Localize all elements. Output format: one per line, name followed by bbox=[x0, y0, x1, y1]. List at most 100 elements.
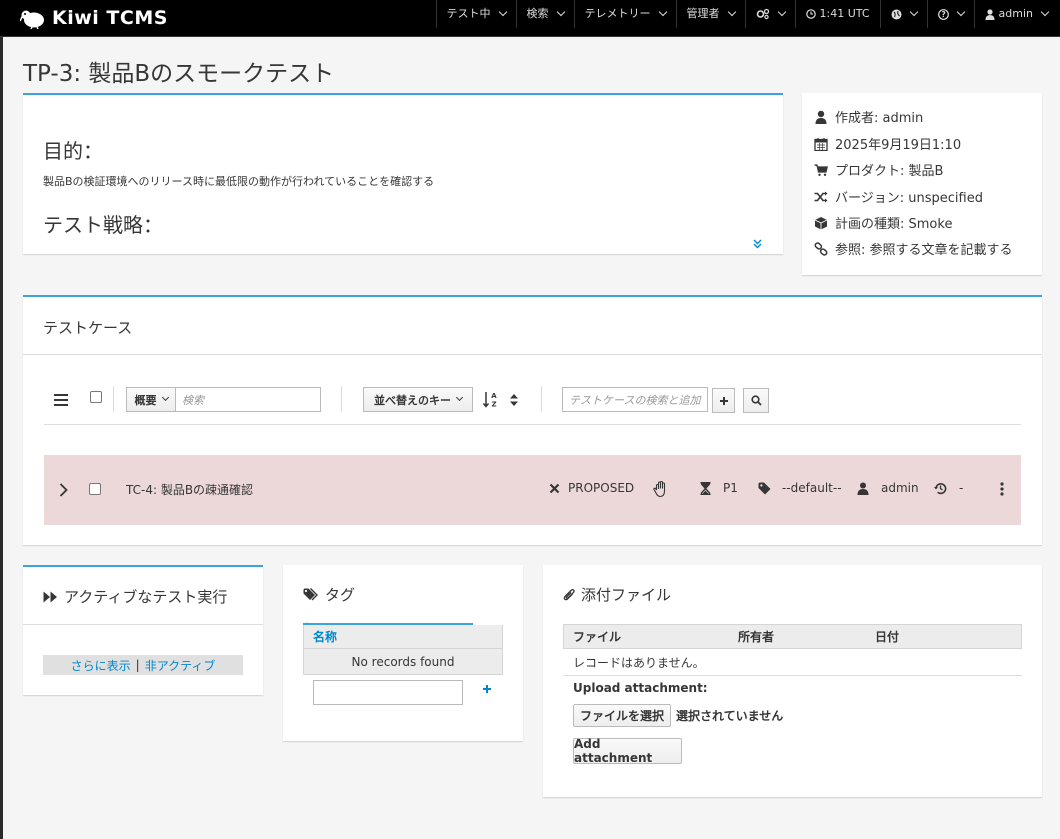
tag-icon bbox=[758, 482, 771, 494]
link-icon bbox=[814, 241, 828, 256]
tags-title-text: タグ bbox=[325, 586, 356, 604]
tags-empty-text: No records found bbox=[351, 654, 455, 669]
tags-icon bbox=[303, 587, 318, 600]
testcase-status-text: PROPOSED bbox=[568, 481, 635, 495]
strategy-heading: テスト戦略： bbox=[43, 213, 163, 237]
show-more-link[interactable]: さらに表示 bbox=[71, 657, 131, 674]
meta-product: プロダクト: 製品B bbox=[814, 160, 943, 179]
bulk-menu-icon[interactable] bbox=[54, 394, 68, 406]
link-separator: | bbox=[135, 658, 140, 672]
chevron-down-icon bbox=[956, 7, 965, 17]
user-icon bbox=[985, 8, 995, 20]
hand-paper-icon[interactable] bbox=[652, 480, 670, 498]
calendar-icon bbox=[814, 137, 828, 151]
testcases-card: テストケース 概要 検索 並べ替えのキー AZ テストケースの検索と追加 TC-… bbox=[23, 295, 1042, 545]
nav-settings-menu[interactable] bbox=[744, 0, 795, 28]
nav-clock-label: 1:41 UTC bbox=[819, 7, 870, 20]
add-attachment-label: Add attachment bbox=[574, 737, 653, 765]
nav-testing-label: テスト中 bbox=[446, 7, 491, 20]
purpose-heading: 目的： bbox=[43, 139, 103, 163]
tags-title: タグ bbox=[303, 584, 355, 605]
upload-label: Upload attachment: bbox=[573, 681, 708, 695]
meta-author-text: 作成者: admin bbox=[835, 111, 924, 126]
filter-field-select[interactable]: 概要 bbox=[126, 387, 176, 412]
plus-icon[interactable] bbox=[482, 684, 492, 694]
testcases-title: テストケース bbox=[43, 319, 133, 337]
active-runs-title-text: アクティブなテスト実行 bbox=[64, 588, 228, 606]
testcase-row-checkbox[interactable] bbox=[89, 483, 101, 495]
times-icon bbox=[549, 483, 560, 493]
add-attachment-button[interactable]: Add attachment bbox=[573, 737, 682, 765]
nav-user-menu[interactable]: admin bbox=[973, 0, 1060, 28]
expand-double-chevron-icon[interactable] bbox=[753, 239, 762, 249]
search-icon bbox=[750, 395, 762, 406]
nav-language-menu[interactable] bbox=[879, 0, 927, 28]
select-all-checkbox[interactable] bbox=[90, 391, 102, 403]
tags-empty-row: No records found bbox=[303, 649, 503, 675]
nav-search-label: 検索 bbox=[526, 7, 549, 20]
nav-admin-menu[interactable]: 管理者 bbox=[675, 0, 745, 28]
meta-version: バージョン: unspecified bbox=[814, 187, 983, 206]
active-runs-divider bbox=[23, 624, 263, 625]
chevron-down-icon bbox=[909, 7, 918, 17]
svg-text:A: A bbox=[491, 392, 497, 400]
chevron-down-icon bbox=[1040, 7, 1050, 17]
plus-icon bbox=[719, 396, 728, 405]
brand-logo[interactable]: Kiwi TCMS bbox=[20, 6, 168, 30]
chevron-down-icon bbox=[161, 393, 169, 402]
active-runs-card: アクティブなテスト実行 さらに表示 | 非アクティブ bbox=[23, 565, 263, 695]
meta-created-text: 2025年9月19日1:10 bbox=[835, 138, 962, 153]
user-icon bbox=[857, 482, 869, 495]
active-runs-filter-bar: さらに表示 | 非アクティブ bbox=[43, 655, 243, 675]
chevron-right-icon[interactable] bbox=[59, 483, 68, 497]
attachments-empty-text: レコードはありません。 bbox=[573, 656, 705, 670]
cube-icon bbox=[814, 216, 828, 229]
filter-input[interactable]: 検索 bbox=[175, 387, 321, 412]
nav-admin-label: 管理者 bbox=[686, 7, 720, 20]
choose-file-label: ファイルを選択 bbox=[579, 709, 664, 723]
sort-direction-icon[interactable] bbox=[509, 393, 519, 407]
nav-telemetry-menu[interactable]: テレメトリー bbox=[573, 0, 676, 28]
meta-reference-text: 参照: 参照する文章を記載する bbox=[835, 243, 1013, 258]
attachments-table-header: ファイル 所有者 日付 bbox=[563, 624, 1022, 649]
sort-key-select[interactable]: 並べ替えのキー bbox=[363, 387, 473, 412]
chevron-down-icon bbox=[658, 7, 667, 17]
tags-table-header[interactable]: 名称 bbox=[303, 625, 503, 649]
testcase-status: PROPOSED bbox=[549, 481, 634, 495]
testcase-search-add-input[interactable]: テストケースの検索と追加 bbox=[562, 387, 708, 412]
attachments-card: 添付ファイル ファイル 所有者 日付 レコードはありません。 Upload at… bbox=[543, 565, 1042, 797]
user-icon bbox=[815, 110, 827, 124]
chevron-down-icon bbox=[556, 7, 565, 17]
page-title: TP-3: 製品Bのスモークテスト bbox=[23, 61, 335, 87]
tags-column-name: 名称 bbox=[313, 630, 338, 644]
testcase-category: --default-- bbox=[758, 481, 842, 495]
toolbar-separator bbox=[113, 386, 114, 412]
attachments-title-text: 添付ファイル bbox=[581, 586, 672, 604]
sort-alpha-icon[interactable]: AZ bbox=[483, 391, 499, 408]
sort-key-label: 並べ替えのキー bbox=[374, 393, 451, 407]
paperclip-icon bbox=[563, 588, 575, 600]
testcase-link[interactable]: TC-4: 製品Bの疎通確認 bbox=[126, 481, 253, 498]
nav-help-menu[interactable]: ? bbox=[926, 0, 974, 28]
choose-file-button[interactable]: ファイルを選択 bbox=[573, 704, 671, 727]
toolbar-separator bbox=[341, 386, 342, 412]
kebab-menu-icon[interactable] bbox=[1000, 482, 1004, 496]
tag-input[interactable] bbox=[313, 680, 463, 705]
testcase-row[interactable]: TC-4: 製品Bの疎通確認 PROPOSED P1 --default-- a… bbox=[44, 455, 1021, 525]
tags-card: タグ 名称 No records found bbox=[283, 565, 523, 741]
nav-search-menu[interactable]: 検索 bbox=[515, 0, 574, 28]
search-testcase-button[interactable] bbox=[743, 388, 769, 413]
testcase-history: - bbox=[934, 481, 963, 495]
svg-text:Z: Z bbox=[491, 401, 496, 409]
attachments-title: 添付ファイル bbox=[563, 584, 671, 605]
fast-forward-icon bbox=[43, 591, 57, 602]
nav-testing-menu[interactable]: テスト中 bbox=[435, 0, 516, 28]
chevron-down-icon bbox=[727, 7, 736, 17]
meta-type-text: 計画の種類: Smoke bbox=[835, 217, 953, 232]
nav-telemetry-label: テレメトリー bbox=[584, 7, 651, 20]
add-testcase-button[interactable] bbox=[712, 388, 735, 413]
meta-reference: 参照: 参照する文章を記載する bbox=[814, 239, 1013, 258]
inactive-link[interactable]: 非アクティブ bbox=[145, 657, 216, 674]
meta-author: 作成者: admin bbox=[814, 107, 923, 126]
gears-icon bbox=[756, 8, 769, 20]
